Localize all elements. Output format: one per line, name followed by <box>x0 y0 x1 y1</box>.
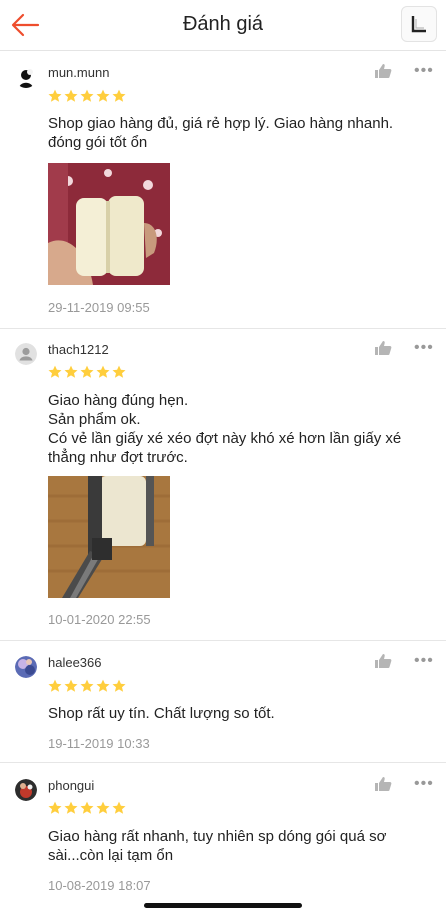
shop-icon <box>411 16 426 33</box>
more-options-icon[interactable]: ••• <box>414 775 434 793</box>
star-icon <box>96 679 110 692</box>
star-icon <box>48 365 62 378</box>
like-icon[interactable] <box>374 776 392 792</box>
star-icon <box>112 89 126 102</box>
avatar[interactable] <box>15 66 37 88</box>
home-indicator[interactable] <box>144 903 302 908</box>
page-title: Đánh giá <box>182 13 264 35</box>
avatar[interactable] <box>15 779 37 801</box>
review-date: 10-08-2019 18:07 <box>48 878 151 893</box>
star-icon <box>96 89 110 102</box>
star-icon <box>64 89 78 102</box>
star-icon <box>112 365 126 378</box>
star-icon <box>48 89 62 102</box>
star-icon <box>48 801 62 814</box>
review-text: Giao hàng đúng hẹn. Sản phẩm ok. Có vẻ l… <box>48 392 402 466</box>
review-item: mun.munn ••• Shop giao hàng đủ, giá rẻ h… <box>0 51 446 329</box>
shop-icon-button[interactable] <box>401 6 437 42</box>
review-item: phongui ••• Giao hàng rất nhanh, tuy nhi… <box>0 763 446 904</box>
username: halee366 <box>48 655 102 670</box>
like-icon[interactable] <box>374 653 392 669</box>
star-rating <box>48 89 126 103</box>
username: phongui <box>48 778 95 793</box>
star-icon <box>96 365 110 378</box>
review-date: 19-11-2019 10:33 <box>48 736 150 751</box>
review-date: 29-11-2019 09:55 <box>48 300 150 315</box>
review-text: Giao hàng rất nhanh, tuy nhiên sp dóng g… <box>48 828 387 864</box>
like-icon[interactable] <box>374 340 392 356</box>
review-item: halee366 ••• Shop rất uy tín. Chất lượng… <box>0 641 446 763</box>
review-photo[interactable] <box>48 476 170 598</box>
star-rating <box>48 365 126 379</box>
review-date: 10-01-2020 22:55 <box>48 612 151 627</box>
star-icon <box>80 89 94 102</box>
star-icon <box>64 801 78 814</box>
more-options-icon[interactable]: ••• <box>414 652 434 670</box>
review-photo[interactable] <box>48 163 170 285</box>
review-text: Shop giao hàng đủ, giá rẻ hợp lý. Giao h… <box>48 115 394 151</box>
review-text: Shop rất uy tín. Chất lượng so tốt. <box>48 705 275 722</box>
more-options-icon[interactable]: ••• <box>414 62 434 80</box>
avatar[interactable] <box>15 656 37 678</box>
like-icon[interactable] <box>374 63 392 79</box>
star-rating <box>48 801 126 815</box>
star-icon <box>80 679 94 692</box>
star-icon <box>64 365 78 378</box>
more-options-icon[interactable]: ••• <box>414 339 434 357</box>
star-icon <box>112 679 126 692</box>
star-icon <box>80 365 94 378</box>
star-icon <box>112 801 126 814</box>
username: thach1212 <box>48 342 109 357</box>
star-icon <box>80 801 94 814</box>
review-item: thach1212 ••• Giao hàng đúng hẹn. Sản ph… <box>0 329 446 641</box>
star-icon <box>96 801 110 814</box>
star-icon <box>64 679 78 692</box>
top-bar: Đánh giá <box>0 0 446 51</box>
star-icon <box>48 679 62 692</box>
star-rating <box>48 679 126 693</box>
username: mun.munn <box>48 65 110 80</box>
avatar[interactable] <box>15 343 37 365</box>
